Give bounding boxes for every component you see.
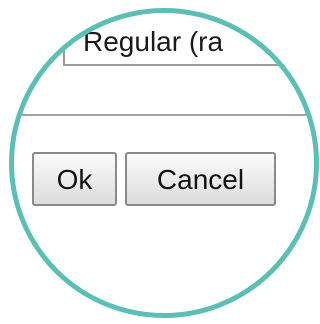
magnifier-lens: Regular (ra Ok Cancel [9, 8, 319, 318]
style-dropdown-value: Regular (ra [83, 26, 224, 57]
style-dropdown[interactable]: Regular (ra [63, 16, 319, 66]
ok-button[interactable]: Ok [32, 152, 117, 206]
cancel-button[interactable]: Cancel [125, 152, 276, 206]
dialog-separator [9, 114, 319, 116]
magnified-view: Regular (ra Ok Cancel [0, 0, 320, 324]
